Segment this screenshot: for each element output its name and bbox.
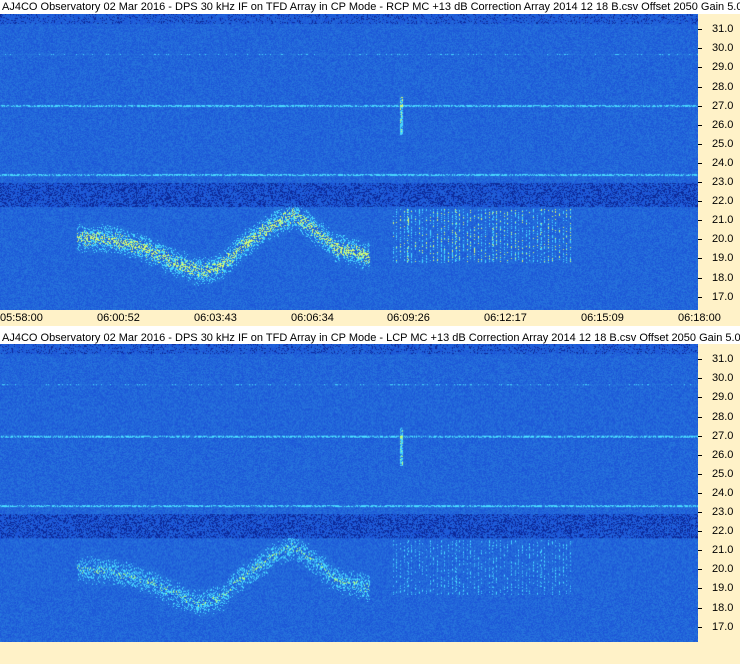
y-tick-label: 21.0	[712, 214, 734, 226]
lcp-panel: AJ4CO Observatory 02 Mar 2016 - DPS 30 k…	[0, 330, 740, 642]
y-tick-label: 23.0	[712, 506, 734, 518]
y-tick-label: 30.0	[712, 372, 734, 384]
y-tick-label: 19.0	[712, 252, 734, 264]
y-tick	[698, 588, 702, 589]
lcp-spectrogram	[0, 344, 698, 642]
rcp-chart-title: AJ4CO Observatory 02 Mar 2016 - DPS 30 k…	[0, 0, 740, 14]
y-tick	[698, 239, 702, 240]
y-tick-label: 18.0	[712, 272, 734, 284]
y-tick-label: 19.0	[712, 582, 734, 594]
y-tick-label: 30.0	[712, 42, 734, 54]
y-tick-label: 24.0	[712, 487, 734, 499]
y-tick	[698, 29, 702, 30]
rcp-spectrogram	[0, 14, 698, 310]
y-tick-label: 31.0	[712, 23, 734, 35]
y-tick	[698, 569, 702, 570]
y-tick	[698, 67, 702, 68]
y-tick-label: 29.0	[712, 391, 734, 403]
x-tick-label: 06:12:17	[484, 312, 527, 324]
rcp-frequency-axis: 31.0 30.0 29.0 28.0 27.0 26.0 25.0 24.0 23.0 22.0…	[698, 14, 740, 310]
y-tick	[698, 297, 702, 298]
y-tick-label: 31.0	[712, 353, 734, 365]
y-tick	[698, 201, 702, 202]
x-tick-label: 06:09:26	[387, 312, 430, 324]
rcp-panel: AJ4CO Observatory 02 Mar 2016 - DPS 30 k…	[0, 0, 740, 330]
y-tick	[698, 163, 702, 164]
y-tick-label: 27.0	[712, 430, 734, 442]
y-tick-label: 27.0	[712, 100, 734, 112]
y-tick	[698, 258, 702, 259]
y-tick-label: 18.0	[712, 602, 734, 614]
y-tick-label: 17.0	[712, 291, 734, 303]
y-tick	[698, 48, 702, 49]
y-tick	[698, 531, 702, 532]
lcp-time-axis	[0, 642, 740, 664]
y-tick	[698, 627, 702, 628]
x-tick-label: 06:00:52	[97, 312, 140, 324]
y-tick-label: 22.0	[712, 195, 734, 207]
y-tick-label: 23.0	[712, 176, 734, 188]
y-tick-label: 26.0	[712, 119, 734, 131]
y-tick-label: 25.0	[712, 138, 734, 150]
y-tick	[698, 608, 702, 609]
y-tick	[698, 220, 702, 221]
y-tick	[698, 436, 702, 437]
y-tick-label: 28.0	[712, 81, 734, 93]
lcp-chart-title: AJ4CO Observatory 02 Mar 2016 - DPS 30 k…	[0, 331, 740, 345]
y-tick	[698, 182, 702, 183]
y-tick	[698, 474, 702, 475]
y-tick	[698, 493, 702, 494]
x-tick-label: 06:18:00	[678, 312, 721, 324]
y-tick-label: 21.0	[712, 544, 734, 556]
y-tick	[698, 278, 702, 279]
y-tick-label: 26.0	[712, 449, 734, 461]
y-tick-label: 20.0	[712, 233, 734, 245]
y-tick	[698, 455, 702, 456]
x-tick-label: 05:58:00	[0, 312, 43, 324]
y-tick	[698, 417, 702, 418]
y-tick	[698, 512, 702, 513]
y-tick-label: 17.0	[712, 621, 734, 633]
x-tick-label: 06:06:34	[291, 312, 334, 324]
y-tick-label: 24.0	[712, 157, 734, 169]
y-tick	[698, 144, 702, 145]
y-tick-label: 22.0	[712, 525, 734, 537]
y-tick-label: 29.0	[712, 61, 734, 73]
y-tick	[698, 87, 702, 88]
y-tick-label: 28.0	[712, 411, 734, 423]
y-tick-label: 25.0	[712, 468, 734, 480]
rcp-time-axis: 05:58:00 06:00:52 06:03:43 06:06:34 06:09:26…	[0, 310, 740, 326]
y-tick	[698, 550, 702, 551]
y-tick	[698, 378, 702, 379]
x-tick-label: 06:03:43	[194, 312, 237, 324]
lcp-frequency-axis: 31.0 30.0 29.0 28.0 27.0 26.0 25.0 24.0 23.0 22.0…	[698, 344, 740, 642]
y-tick-label: 20.0	[712, 563, 734, 575]
y-tick	[698, 359, 702, 360]
x-tick-label: 06:15:09	[581, 312, 624, 324]
y-tick	[698, 106, 702, 107]
y-tick	[698, 125, 702, 126]
y-tick	[698, 397, 702, 398]
